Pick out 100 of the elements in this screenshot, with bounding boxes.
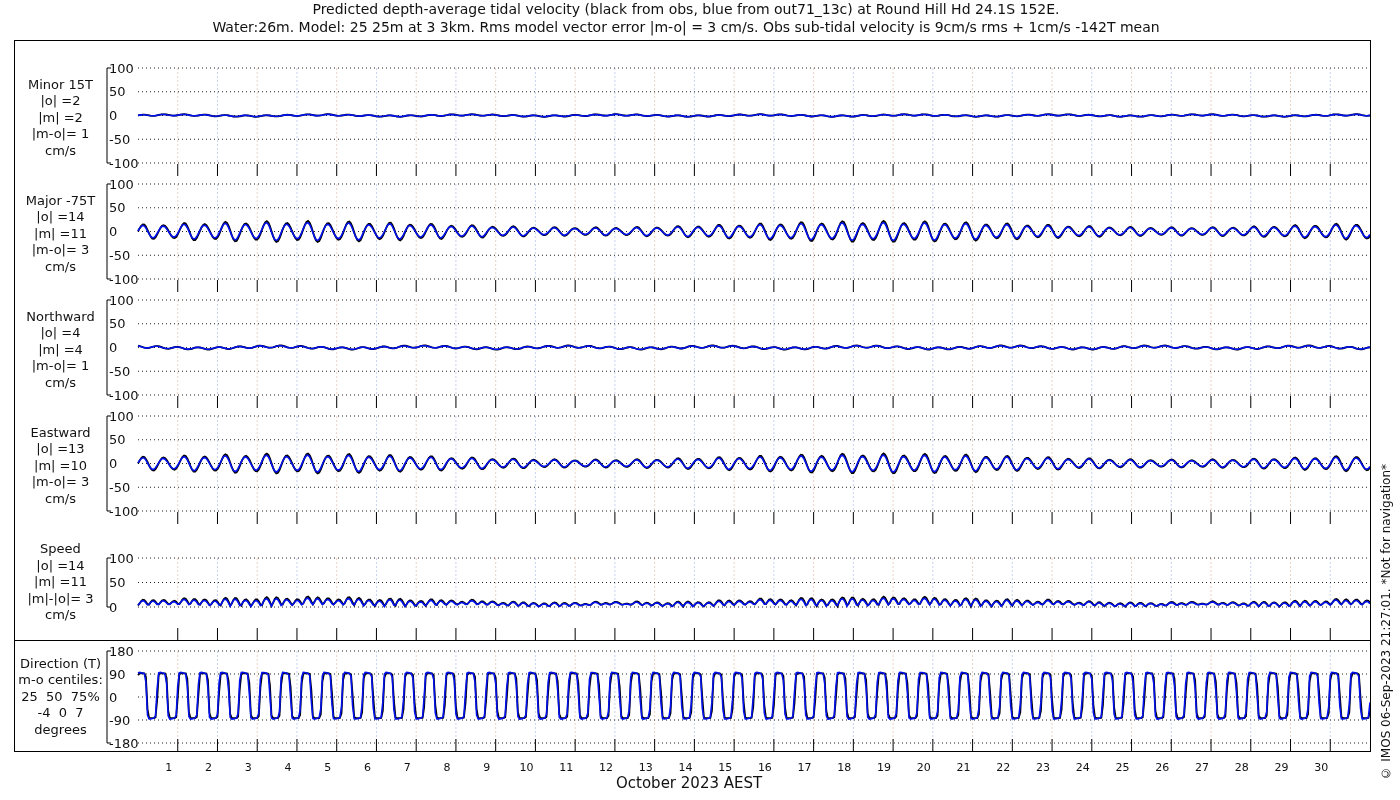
x-tick-mark <box>415 163 417 176</box>
x-tick-mark <box>972 279 974 292</box>
chart-title: Water:26m. Model: 25 25m at 3 3km. Rms model vector error |m-o| = 3 cm/s. Obs sub-tidal velocity is 9cm/s rms + 1cm/s -142T mean <box>212 18 1160 36</box>
day-tick-label: 12 <box>598 761 613 774</box>
panel-label: |o| =14 <box>36 557 85 575</box>
x-tick-mark <box>455 511 457 524</box>
x-tick-mark <box>1131 511 1133 524</box>
x-tick-mark <box>495 511 497 524</box>
axis-tick-label: -180 <box>109 735 139 751</box>
x-tick-mark <box>1210 279 1212 292</box>
day-tick-label: 1 <box>165 761 173 774</box>
axis-tick-label: -50 <box>109 131 131 147</box>
axis-tick-label: -50 <box>109 247 131 263</box>
x-tick-mark <box>932 511 934 524</box>
x-tick-mark <box>1091 279 1093 292</box>
x-tick-mark <box>733 511 735 524</box>
x-tick-mark <box>217 279 218 292</box>
day-tick-label: 8 <box>443 761 451 774</box>
day-tick-label: 11 <box>559 761 574 774</box>
x-tick-mark <box>892 163 894 176</box>
axis-tick-label: 100 <box>109 292 134 308</box>
x-tick-mark <box>1170 279 1172 292</box>
x-tick-mark <box>813 395 815 408</box>
x-tick-mark <box>614 279 616 292</box>
panel-label: 25 50 75% <box>21 688 100 706</box>
x-tick-mark <box>932 163 934 176</box>
axis-tick-label: 90 <box>109 666 126 682</box>
x-tick-mark <box>415 395 417 408</box>
x-tick-mark <box>932 395 934 408</box>
x-tick-mark <box>177 395 179 408</box>
day-tick-label: 10 <box>519 761 534 774</box>
x-tick-mark <box>217 395 218 408</box>
panel-label: cm/s <box>45 142 76 160</box>
x-tick-mark <box>1170 511 1172 524</box>
panel-label: Eastward <box>30 424 91 442</box>
x-tick-mark <box>1011 279 1013 292</box>
x-tick-mark <box>1329 395 1331 408</box>
panel-label: |m-o|= 1 <box>31 126 90 143</box>
x-tick-mark <box>1250 511 1252 524</box>
x-tick-mark <box>614 395 616 408</box>
x-tick-mark <box>1051 279 1053 292</box>
axis-tick-label: -50 <box>109 479 131 495</box>
x-tick-mark <box>654 163 656 176</box>
x-tick-mark <box>614 163 616 176</box>
panel-label: cm/s <box>45 374 76 392</box>
axis-tick-label: -100 <box>109 271 139 287</box>
x-tick-mark <box>1329 163 1331 176</box>
x-tick-mark <box>654 395 656 408</box>
day-tick-label: 30 <box>1314 761 1329 774</box>
x-tick-mark <box>1290 279 1291 292</box>
x-tick-mark <box>733 395 735 408</box>
x-tick-mark <box>177 163 179 176</box>
x-tick-mark <box>534 511 536 524</box>
x-tick-mark <box>852 163 854 176</box>
x-tick-mark <box>1250 279 1252 292</box>
axis-tick-label: 50 <box>109 316 126 332</box>
x-tick-mark <box>574 279 576 292</box>
chart-title: Predicted depth-average tidal velocity (black from obs, blue from out71_13c) at Round Hill Hd 24.1S 152E. <box>312 0 1060 18</box>
x-tick-mark <box>614 511 616 524</box>
x-tick-mark <box>1170 163 1172 176</box>
day-tick-label: 22 <box>996 761 1011 774</box>
day-tick-label: 15 <box>718 761 733 774</box>
axis-tick-label: 0 <box>109 108 118 123</box>
x-tick-mark <box>852 279 854 292</box>
x-tick-mark <box>256 511 258 524</box>
x-tick-mark <box>455 163 457 176</box>
x-tick-mark <box>773 279 775 292</box>
day-tick-label: 27 <box>1194 761 1209 774</box>
x-tick-mark <box>773 163 775 176</box>
x-tick-mark <box>256 279 258 292</box>
x-tick-mark <box>336 163 338 176</box>
x-tick-mark <box>1131 163 1133 176</box>
x-tick-mark <box>932 279 934 292</box>
day-tick-label: 26 <box>1155 761 1170 774</box>
x-tick-mark <box>415 279 417 292</box>
axis-tick-label: 100 <box>109 176 134 192</box>
day-tick-label: 19 <box>877 761 892 774</box>
panel-label: |m-o|= 1 <box>31 358 90 375</box>
x-tick-mark <box>972 163 974 176</box>
x-tick-mark <box>336 279 338 292</box>
x-tick-mark <box>1131 279 1133 292</box>
x-tick-mark <box>1250 395 1252 408</box>
axis-tick-label: -90 <box>109 712 131 728</box>
x-tick-mark <box>813 511 815 524</box>
x-tick-mark <box>256 163 258 176</box>
x-tick-mark <box>375 511 377 524</box>
x-tick-mark <box>1170 395 1172 408</box>
day-tick-label: 23 <box>1036 761 1050 774</box>
y-axis <box>106 557 112 608</box>
x-tick-mark <box>177 279 179 292</box>
x-tick-mark <box>852 511 854 524</box>
x-tick-mark <box>336 511 338 524</box>
axis-tick-label: 50 <box>109 575 126 590</box>
x-tick-mark <box>375 163 377 176</box>
axis-tick-label: 100 <box>109 60 134 76</box>
day-tick-label: 28 <box>1234 761 1249 774</box>
panel-label: cm/s <box>45 258 76 276</box>
panel-label: |m-o|= 3 <box>31 242 90 259</box>
axis-tick-label: -100 <box>109 387 139 403</box>
day-tick-label: 7 <box>403 761 411 774</box>
